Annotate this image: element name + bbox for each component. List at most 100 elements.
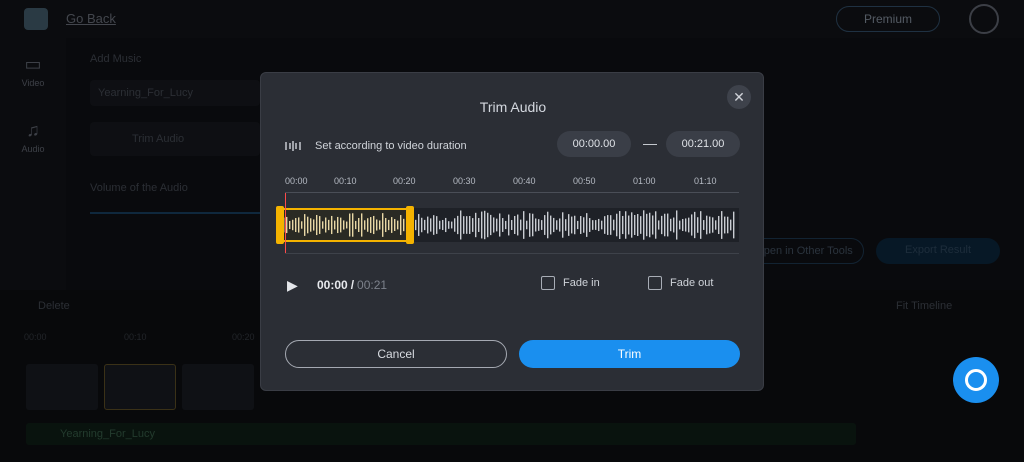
waveform-bar	[469, 216, 471, 234]
waveform-bar	[619, 211, 621, 239]
waveform-bar	[439, 220, 441, 230]
play-icon[interactable]: ▶	[287, 277, 301, 293]
waveform-bar	[640, 216, 642, 234]
waveform-bar	[688, 217, 690, 233]
time-ruler: 00:00 00:10 00:20 00:30 00:40 00:50 01:0…	[285, 176, 739, 196]
set-duration-option[interactable]: Set according to video duration	[285, 137, 467, 155]
waveform-bar	[586, 213, 588, 237]
waveform-bar	[721, 211, 723, 239]
waveform-bar	[622, 215, 624, 235]
waveform-bar	[646, 213, 648, 237]
fade-out-checkbox[interactable]	[648, 276, 662, 290]
waveform-bar	[418, 214, 420, 236]
chat-support-button[interactable]	[953, 357, 999, 403]
waveform-bar	[529, 213, 531, 237]
waveform-bar	[433, 215, 435, 235]
waveform-bar	[577, 220, 579, 230]
time-range-dash: —	[643, 135, 657, 151]
waveform-bar	[631, 212, 633, 238]
waveform-bar	[673, 217, 675, 233]
trim-button[interactable]: Trim	[519, 340, 740, 368]
waveform-bar	[724, 216, 726, 234]
waveform-bar	[427, 216, 429, 234]
waveform-bar	[460, 210, 462, 240]
end-time-input[interactable]: 00:21.00	[666, 131, 740, 157]
waveform-bar	[550, 215, 552, 235]
waveform-bar	[616, 213, 618, 237]
current-time: 00:00	[317, 278, 348, 292]
waveform-bar	[718, 215, 720, 235]
waveform-bar	[664, 213, 666, 237]
waveform-bar	[712, 217, 714, 233]
waveform-bar	[655, 211, 657, 239]
waveform-bar	[610, 215, 612, 235]
start-time-input[interactable]: 00:00.00	[557, 131, 631, 157]
waveform-bar	[676, 210, 678, 240]
waveform-bar	[589, 218, 591, 232]
ruler-tick: 00:10	[334, 176, 357, 186]
waveform-bar	[478, 218, 480, 232]
ruler-line	[285, 192, 739, 193]
waveform-bar	[583, 217, 585, 233]
waveform-bar	[466, 216, 468, 234]
waveform-bar	[634, 215, 636, 235]
waveform-bar	[499, 213, 501, 237]
waveform-bar	[523, 211, 525, 239]
trim-handle-right[interactable]	[406, 206, 414, 244]
waveform-bar	[580, 216, 582, 234]
waveform-bar	[559, 218, 561, 232]
waveform-icon	[285, 139, 303, 153]
waveform-bar	[430, 218, 432, 232]
trim-handle-left[interactable]	[276, 206, 284, 244]
waveform-bar	[520, 219, 522, 231]
waveform-bar	[694, 211, 696, 239]
playhead[interactable]	[285, 193, 286, 253]
waveform-bar	[703, 220, 705, 230]
cancel-button[interactable]: Cancel	[285, 340, 507, 368]
fade-in-label: Fade in	[563, 277, 600, 289]
app: Go Back Premium ▭ Video ♫ Audio Add Musi…	[0, 0, 1024, 462]
fade-in-option[interactable]: Fade in	[541, 276, 600, 290]
waveform-bar	[481, 211, 483, 239]
waveform-bar	[571, 216, 573, 234]
waveform-bar	[541, 220, 543, 230]
waveform-bar	[643, 210, 645, 240]
waveform-bar	[565, 219, 567, 231]
waveform-bar	[484, 210, 486, 240]
waveform-bar	[601, 220, 603, 230]
waveform-bar	[691, 214, 693, 236]
waveform-bar	[604, 216, 606, 234]
waveform-bar	[670, 218, 672, 232]
close-icon[interactable]: ✕	[727, 85, 751, 109]
waveform-bar	[697, 217, 699, 233]
chat-support-icon	[965, 369, 987, 391]
waveform-bar	[547, 211, 549, 239]
waveform-bar	[472, 218, 474, 232]
waveform-bar	[424, 219, 426, 231]
waveform-bar	[454, 218, 456, 232]
waveform-bar	[730, 219, 732, 231]
waveform-bar	[607, 215, 609, 235]
waveform-bar	[517, 214, 519, 236]
waveform-bar	[649, 212, 651, 238]
waveform-bar	[544, 215, 546, 235]
trim-selection[interactable]	[277, 208, 411, 242]
waveform-bar	[475, 212, 477, 238]
waveform-bar	[682, 218, 684, 232]
waveform-bar	[592, 220, 594, 230]
waveform-bar	[667, 213, 669, 237]
fade-out-option[interactable]: Fade out	[648, 276, 713, 290]
playback-controls: ▶ 00:00 / 00:21	[287, 276, 387, 294]
fade-out-label: Fade out	[670, 277, 714, 289]
waveform-bar	[613, 219, 615, 231]
fade-in-checkbox[interactable]	[541, 276, 555, 290]
waveform-bar	[733, 211, 735, 239]
waveform-bar	[508, 214, 510, 236]
waveform-bar	[628, 215, 630, 235]
waveform-bar	[502, 218, 504, 232]
waveform-bar	[535, 218, 537, 232]
waveform-bar	[415, 219, 417, 231]
waveform-bar	[436, 216, 438, 234]
ruler-tick: 00:50	[573, 176, 596, 186]
waveform-bar	[457, 215, 459, 235]
